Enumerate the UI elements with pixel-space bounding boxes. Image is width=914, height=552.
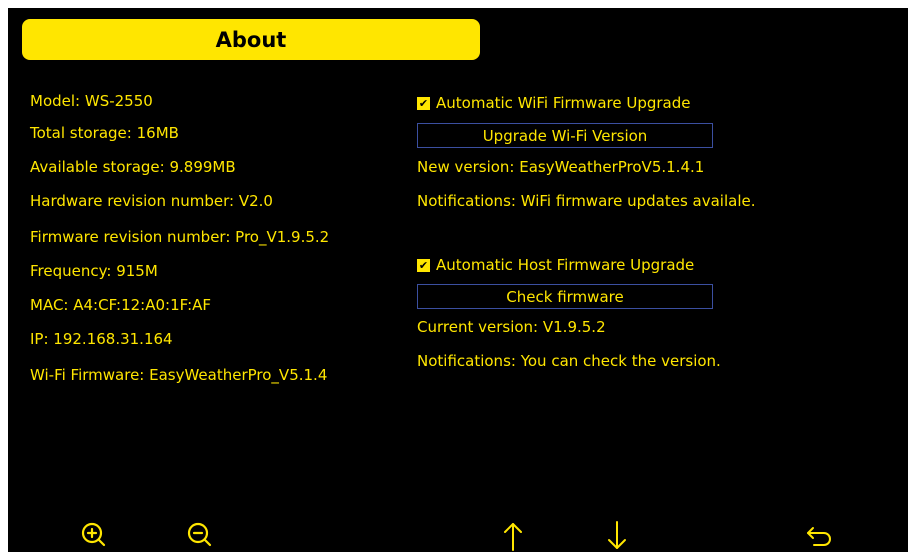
zoom-in-icon[interactable] xyxy=(77,518,111,552)
checkbox-checked-icon[interactable]: ✔ xyxy=(417,258,430,272)
arrow-up-icon[interactable] xyxy=(496,518,530,552)
host-notification-text: Notifications: You can check the version… xyxy=(417,352,721,370)
wifi-auto-upgrade-checkbox[interactable]: ✔ Automatic WiFi Firmware Upgrade xyxy=(417,94,690,112)
arrow-down-icon[interactable] xyxy=(600,518,634,552)
wifi-firmware-text: Wi-Fi Firmware: EasyWeatherPro_V5.1.4 xyxy=(30,366,328,384)
wifi-auto-upgrade-label: Automatic WiFi Firmware Upgrade xyxy=(436,94,691,112)
host-auto-upgrade-checkbox[interactable]: ✔ Automatic Host Firmware Upgrade xyxy=(417,256,694,274)
hardware-revision-text: Hardware revision number: V2.0 xyxy=(30,192,273,210)
zoom-out-icon[interactable] xyxy=(183,518,217,552)
ip-text: IP: 192.168.31.164 xyxy=(30,330,173,348)
total-storage-text: Total storage: 16MB xyxy=(30,124,179,142)
model-text: Model: WS-2550 xyxy=(30,92,153,110)
mac-text: MAC: A4:CF:12:A0:1F:AF xyxy=(30,296,212,314)
upgrade-wifi-version-button[interactable]: Upgrade Wi-Fi Version xyxy=(417,123,713,148)
title-bar: About xyxy=(22,19,480,60)
check-firmware-button[interactable]: Check firmware xyxy=(417,284,713,309)
wifi-notification-text: Notifications: WiFi firmware updates ava… xyxy=(417,192,756,210)
about-screen: About Model: WS-2550 Total storage: 16MB… xyxy=(8,8,908,552)
page-title: About xyxy=(215,27,287,52)
host-current-version-text: Current version: V1.9.5.2 xyxy=(417,318,606,336)
frequency-text: Frequency: 915M xyxy=(30,262,158,280)
wifi-new-version-text: New version: EasyWeatherProV5.1.4.1 xyxy=(417,158,705,176)
firmware-revision-text: Firmware revision number: Pro_V1.9.5.2 xyxy=(30,228,330,246)
back-icon[interactable] xyxy=(802,518,836,552)
host-auto-upgrade-label: Automatic Host Firmware Upgrade xyxy=(436,256,695,274)
available-storage-text: Available storage: 9.899MB xyxy=(30,158,236,176)
checkbox-checked-icon[interactable]: ✔ xyxy=(417,96,430,110)
